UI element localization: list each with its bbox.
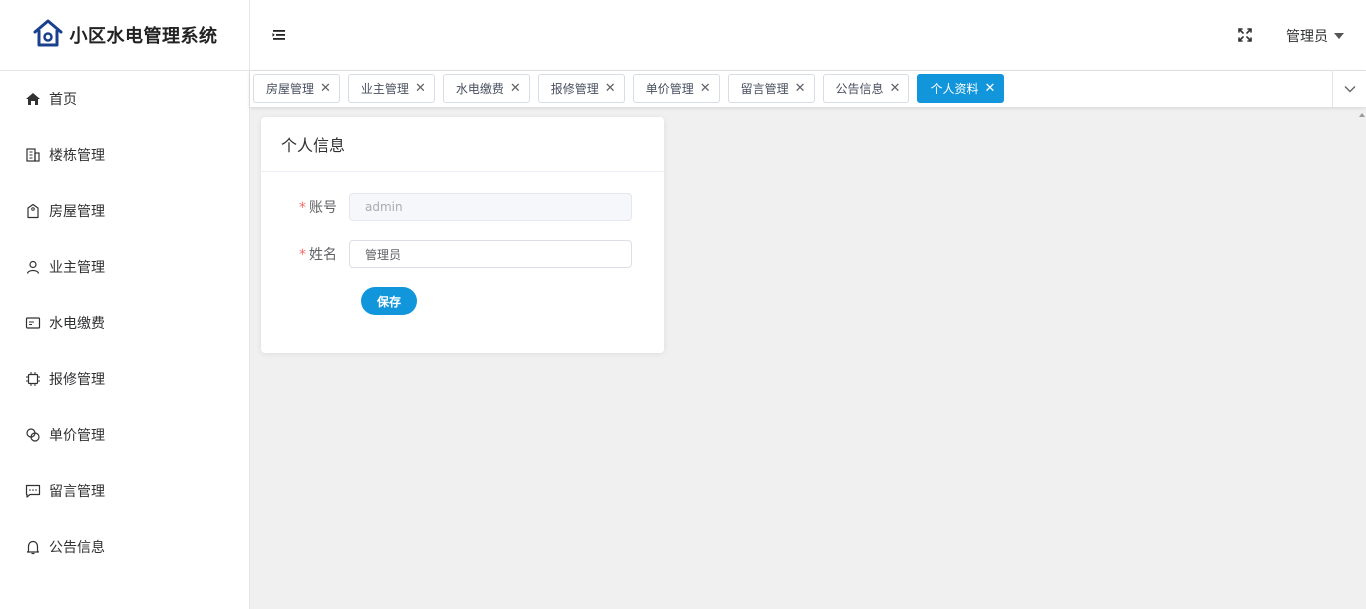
chip-icon — [24, 370, 42, 388]
tab-label: 业主管理 — [360, 82, 409, 96]
close-icon[interactable]: ✕ — [700, 82, 711, 95]
user-name: 管理员 — [1286, 29, 1328, 45]
message-icon — [24, 482, 42, 500]
name-label-text: 姓名 — [309, 247, 337, 263]
tab-label: 水电缴费 — [455, 82, 504, 96]
sidebar-item-label: 水电缴费 — [49, 316, 105, 332]
tab-label: 公告信息 — [835, 82, 884, 96]
tab-prices[interactable]: 单价管理 ✕ — [632, 74, 720, 103]
app-title: 小区水电管理系统 — [69, 26, 218, 47]
building-icon — [24, 146, 42, 164]
close-icon[interactable]: ✕ — [795, 82, 806, 95]
sidebar-item-notices[interactable]: 公告信息 — [0, 519, 249, 575]
sidebar-item-prices[interactable]: 单价管理 — [0, 407, 249, 463]
house-logo-icon — [32, 17, 64, 53]
user-icon — [24, 258, 42, 276]
sidebar-item-label: 业主管理 — [49, 260, 105, 276]
account-label: * 账号 — [261, 197, 349, 217]
required-mark: * — [299, 200, 306, 216]
sidebar-item-label: 报修管理 — [49, 372, 105, 388]
logo[interactable]: 小区水电管理系统 — [0, 0, 249, 71]
close-icon[interactable]: ✕ — [890, 82, 901, 95]
caret-down-icon — [1334, 33, 1344, 39]
close-icon[interactable]: ✕ — [510, 82, 521, 95]
sidebar-item-houses[interactable]: 房屋管理 — [0, 183, 249, 239]
tab-messages[interactable]: 留言管理 ✕ — [727, 74, 815, 103]
card-title: 个人信息 — [261, 117, 664, 172]
tab-profile[interactable]: 个人资料 ✕ — [917, 74, 1005, 103]
name-input[interactable] — [349, 240, 632, 268]
scroll-up-icon[interactable] — [1358, 108, 1366, 118]
sidebar-item-home[interactable]: 首页 — [0, 71, 249, 127]
payment-card-icon — [24, 314, 42, 332]
close-icon[interactable]: ✕ — [984, 82, 995, 95]
top-header: 管理员 — [250, 0, 1366, 71]
required-mark: * — [299, 247, 306, 263]
tab-label: 个人资料 — [930, 82, 979, 96]
sidebar-item-label: 公告信息 — [49, 540, 105, 556]
sidebar-item-label: 单价管理 — [49, 428, 105, 444]
profile-card: 个人信息 *账号 *姓名 保存 — [261, 117, 664, 353]
tab-label: 单价管理 — [645, 82, 694, 96]
chevron-down-icon — [1344, 81, 1356, 97]
user-dropdown[interactable]: 管理员 — [1286, 26, 1344, 46]
name-label: * 姓名 — [261, 244, 349, 264]
tab-repairs[interactable]: 报修管理 ✕ — [537, 74, 625, 103]
close-icon[interactable]: ✕ — [320, 82, 331, 95]
price-link-icon — [24, 426, 42, 444]
close-icon[interactable]: ✕ — [605, 82, 616, 95]
bell-icon — [24, 538, 42, 556]
sidebar-menu: 首页 楼栋管理 房屋管理 业主管理 水电缴费 报修管理 单价管理 留言管理 公告… — [0, 71, 249, 575]
sidebar-item-buildings[interactable]: 楼栋管理 — [0, 127, 249, 183]
tab-label: 报修管理 — [550, 82, 599, 96]
save-button[interactable]: 保存 — [361, 287, 417, 315]
tab-notices[interactable]: 公告信息 ✕ — [822, 74, 910, 103]
tabs-more-button[interactable] — [1332, 71, 1366, 107]
home-icon — [24, 90, 42, 108]
sidebar-item-owners[interactable]: 业主管理 — [0, 239, 249, 295]
sidebar-item-label: 首页 — [49, 92, 77, 108]
house-tag-icon — [24, 202, 42, 220]
sidebar-item-messages[interactable]: 留言管理 — [0, 463, 249, 519]
tab-houses[interactable]: 房屋管理 ✕ — [253, 74, 340, 103]
sidebar-item-label: 房屋管理 — [49, 204, 105, 220]
account-label-text: 账号 — [309, 200, 337, 216]
tags-view: 房屋管理 ✕ 业主管理 ✕ 水电缴费 ✕ 报修管理 ✕ 单价管理 ✕ 留言管理 ✕ 公告信息… — [250, 71, 1366, 107]
account-row: * 账号 — [261, 193, 664, 221]
account-input — [349, 193, 632, 221]
fullscreen-icon[interactable] — [1238, 28, 1252, 42]
sidebar-item-label: 留言管理 — [49, 484, 105, 500]
name-row: * 姓名 — [261, 240, 664, 268]
tab-payments[interactable]: 水电缴费 ✕ — [442, 74, 530, 103]
sidebar-item-repairs[interactable]: 报修管理 — [0, 351, 249, 407]
tab-owners[interactable]: 业主管理 ✕ — [347, 74, 435, 103]
tab-label: 留言管理 — [740, 82, 789, 96]
sidebar-item-label: 楼栋管理 — [49, 148, 105, 164]
sidebar: 小区水电管理系统 首页 楼栋管理 房屋管理 业主管理 水电缴费 报修管理 单价管… — [0, 0, 250, 609]
close-icon[interactable]: ✕ — [415, 82, 426, 95]
tab-label: 房屋管理 — [266, 82, 315, 96]
sidebar-item-payments[interactable]: 水电缴费 — [0, 295, 249, 351]
collapse-menu-icon[interactable] — [272, 28, 286, 42]
tabs-list: 房屋管理 ✕ 业主管理 ✕ 水电缴费 ✕ 报修管理 ✕ 单价管理 ✕ 留言管理 ✕ 公告信息… — [253, 74, 1005, 103]
